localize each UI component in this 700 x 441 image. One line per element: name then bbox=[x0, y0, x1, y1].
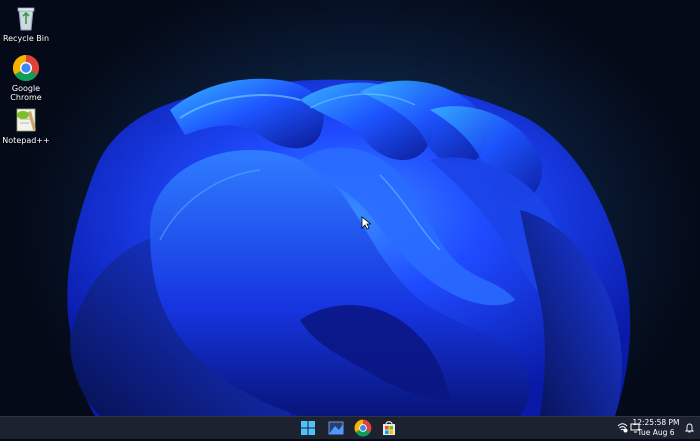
desktop[interactable]: Recycle Bin Google Chrome Notepad++ bbox=[0, 0, 700, 416]
tray-clock[interactable]: 12:25:58 PM Tue Aug 6 bbox=[628, 418, 684, 437]
taskbar-start-button[interactable] bbox=[299, 419, 317, 437]
desktop-icon-google-chrome[interactable]: Google Chrome bbox=[0, 54, 52, 102]
clock-date: Tue Aug 6 bbox=[637, 427, 675, 437]
network-icon[interactable] bbox=[617, 422, 628, 433]
taskbar: 12:25:58 PM Tue Aug 6 bbox=[0, 416, 700, 439]
desktop-icon-notepad-plus-plus[interactable]: Notepad++ bbox=[0, 106, 52, 145]
taskbar-chrome-button[interactable] bbox=[354, 419, 372, 437]
notification-bell-icon[interactable] bbox=[684, 422, 695, 433]
store-icon bbox=[383, 421, 395, 435]
chrome-icon bbox=[12, 54, 40, 82]
recycle-bin-icon bbox=[12, 4, 40, 32]
chrome-label-line2: Chrome bbox=[10, 93, 42, 102]
wallpaper-bloom bbox=[67, 78, 631, 416]
chrome-label-line1: Google bbox=[11, 84, 41, 93]
desktop-icon-recycle-bin[interactable]: Recycle Bin bbox=[0, 4, 52, 43]
mouse-cursor-icon bbox=[361, 216, 371, 230]
chrome-icon bbox=[354, 419, 372, 437]
recycle-bin-label: Recycle Bin bbox=[2, 34, 50, 43]
windows-start-icon bbox=[301, 421, 315, 435]
taskbar-task-view-button[interactable] bbox=[327, 419, 345, 437]
notepad-plus-plus-icon bbox=[12, 106, 40, 134]
task-view-icon bbox=[328, 421, 344, 435]
notepad-plus-plus-label: Notepad++ bbox=[2, 136, 50, 145]
clock-time: 12:25:58 PM bbox=[632, 418, 680, 427]
taskbar-store-button[interactable] bbox=[380, 419, 398, 437]
